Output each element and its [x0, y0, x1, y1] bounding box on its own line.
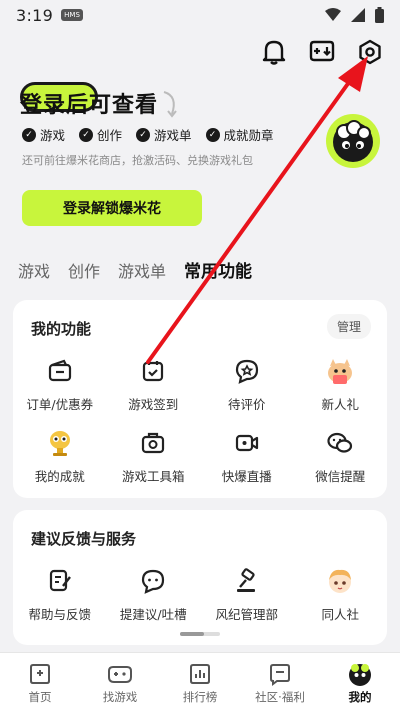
- nav-rankings[interactable]: 排行榜: [160, 653, 240, 711]
- login-hero: 登录后可查看 ✓ 游戏 ✓ 创作 ✓ 游戏单 ✓ 成就勋章 还可前往爆米花商店，抢激活码…: [20, 82, 390, 232]
- battery-icon: [375, 7, 384, 23]
- nav-profile[interactable]: 我的: [320, 653, 400, 711]
- mascot-gift-icon: [325, 356, 355, 386]
- calendar-check-icon: [138, 356, 168, 386]
- card-title: 我的功能: [31, 320, 92, 338]
- status-time: 3:19: [16, 5, 54, 25]
- function-my-achievements[interactable]: 我的成就: [13, 428, 107, 500]
- popcorn-mascot-icon: [326, 114, 380, 168]
- manage-button[interactable]: 管理: [326, 314, 371, 339]
- anime-avatar-icon: [325, 566, 355, 596]
- function-wechat-reminder[interactable]: 微信提醒: [294, 428, 388, 500]
- check-icon: ✓: [205, 127, 220, 142]
- tab-creations[interactable]: 创作: [68, 258, 100, 282]
- game-download-icon[interactable]: [308, 38, 336, 66]
- hero-badges: ✓ 游戏 ✓ 创作 ✓ 游戏单 ✓ 成就勋章: [22, 125, 274, 144]
- tab-game-lists[interactable]: 游戏单: [118, 258, 166, 282]
- edit-note-icon: [45, 566, 75, 596]
- scroll-indicator: [180, 632, 220, 636]
- card-title: 建议反馈与服务: [31, 530, 137, 548]
- check-icon: ✓: [136, 127, 151, 142]
- nav-community-welfare[interactable]: 社区·福利: [240, 653, 320, 711]
- wallet-icon: [45, 356, 75, 386]
- gamepad-icon: [106, 661, 134, 687]
- wifi-icon: [325, 8, 341, 21]
- function-orders-coupons[interactable]: 订单/优惠券: [13, 356, 107, 428]
- status-icons: [325, 7, 384, 23]
- badge-item: ✓ 游戏: [22, 125, 65, 144]
- home-icon: [26, 661, 54, 687]
- settings-gear-icon[interactable]: [356, 38, 384, 66]
- service-fan-club[interactable]: 同人社: [294, 566, 388, 638]
- status-bar: 3:19 HMS: [0, 0, 400, 30]
- trophy-mascot-icon: [45, 428, 75, 458]
- badge-item: ✓ 游戏单: [136, 125, 192, 144]
- rank-icon: [186, 661, 214, 687]
- function-live-stream[interactable]: 快爆直播: [200, 428, 294, 500]
- service-help-feedback[interactable]: 帮助与反馈: [13, 566, 107, 638]
- chat-bubble-icon: [138, 566, 168, 596]
- chat-star-icon: [232, 356, 262, 386]
- function-grid: 订单/优惠券 游戏签到 待评价 新人礼 我的成就 游戏工具箱 快爆直播 微信提醒: [13, 356, 387, 500]
- hero-title: 登录后可查看: [20, 93, 159, 118]
- nav-find-games[interactable]: 找游戏: [80, 653, 160, 711]
- function-pending-review[interactable]: 待评价: [200, 356, 294, 428]
- toolbox-icon: [138, 428, 168, 458]
- bottom-navigation: 首页 找游戏 排行榜 社区·福利 我的: [0, 652, 400, 711]
- scroll-indicator-thumb: [180, 632, 204, 636]
- function-newbie-gift[interactable]: 新人礼: [294, 356, 388, 428]
- profile-icon: [346, 661, 374, 687]
- badge-item: ✓ 创作: [79, 125, 122, 144]
- nav-home[interactable]: 首页: [0, 653, 80, 711]
- signal-icon: [351, 8, 365, 22]
- check-icon: ✓: [22, 127, 36, 142]
- service-suggestions[interactable]: 提建议/吐槽: [107, 566, 201, 638]
- tab-common-functions[interactable]: 常用功能: [182, 257, 252, 286]
- wechat-icon: [325, 428, 355, 458]
- function-game-checkin[interactable]: 游戏签到: [107, 356, 201, 428]
- category-tabs: 游戏 创作 游戏单 常用功能: [18, 257, 252, 286]
- login-unlock-button[interactable]: 登录解锁爆米花: [22, 190, 202, 226]
- function-game-toolbox[interactable]: 游戏工具箱: [107, 428, 201, 500]
- notification-bell-icon[interactable]: [260, 38, 288, 66]
- my-functions-card: 我的功能 管理 订单/优惠券 游戏签到 待评价 新人礼 我的成就 游戏工具箱 快…: [13, 300, 387, 498]
- service-discipline-dept[interactable]: 风纪管理部: [200, 566, 294, 638]
- hms-badge: HMS: [61, 9, 83, 21]
- check-icon: ✓: [79, 127, 94, 142]
- top-action-bar: [260, 38, 384, 66]
- hero-subtitle: 还可前往爆米花商店，抢激活码、兑换游戏礼包: [22, 154, 253, 167]
- service-grid: 帮助与反馈 提建议/吐槽 风纪管理部 同人社: [13, 566, 387, 638]
- gavel-icon: [232, 566, 262, 596]
- curved-arrow-icon: [163, 91, 177, 118]
- feedback-services-card: 建议反馈与服务 帮助与反馈 提建议/吐槽 风纪管理部 同人社: [13, 510, 387, 645]
- video-camera-icon: [232, 428, 262, 458]
- badge-item: ✓ 成就勋章: [205, 125, 274, 144]
- community-icon: [266, 661, 294, 687]
- tab-games[interactable]: 游戏: [18, 258, 50, 282]
